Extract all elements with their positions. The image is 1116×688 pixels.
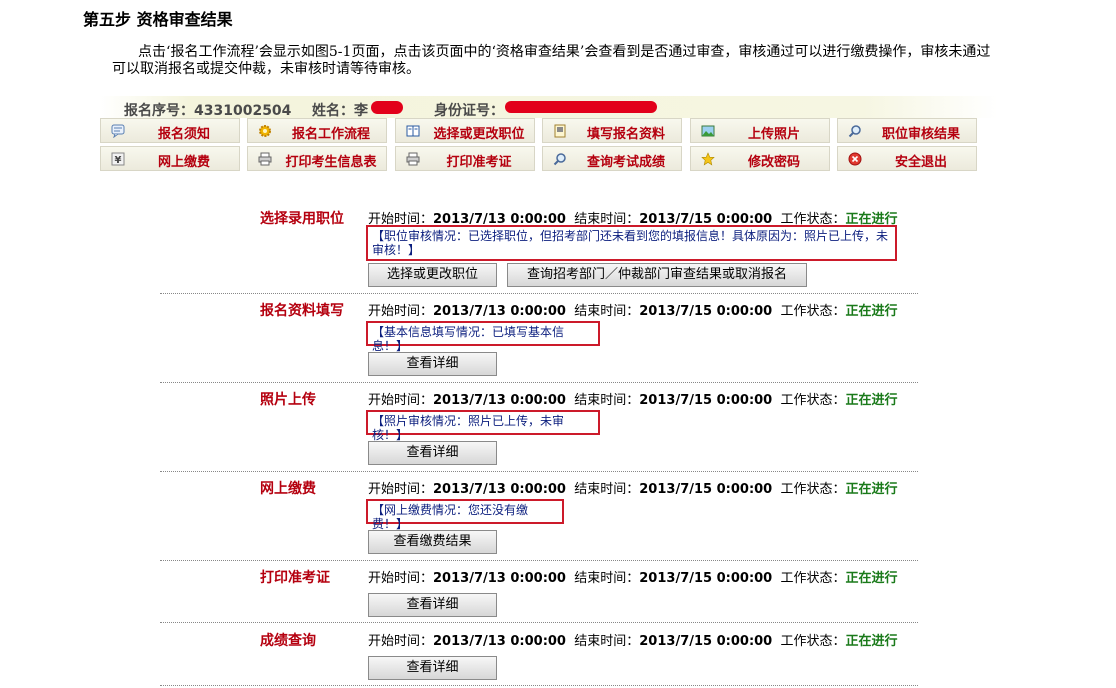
step-title: 第五步 资格审查结果 [83, 10, 233, 29]
view-details-button[interactable]: 查看详细 [368, 352, 497, 376]
view-details-button[interactable]: 查看详细 [368, 656, 497, 680]
printer-icon [258, 152, 272, 166]
section-photo-upload: 照片上传 开始时间：2013/7/13 0:00:00 结束时间：2013/7/… [160, 387, 918, 472]
name-redaction [371, 101, 403, 114]
photo-review-notice: 【照片审核情况：照片已上传，未审核！】 [366, 410, 600, 442]
magnifier-icon [553, 152, 567, 166]
divider [160, 685, 918, 686]
id-number-redaction [505, 101, 657, 113]
nav-item-print-admission-ticket[interactable]: 打印准考证 [395, 146, 535, 171]
nav-item-registration-notice[interactable]: 报名须知 [100, 118, 240, 143]
exit-icon [848, 152, 862, 166]
position-review-notice: 【职位审核情况：已选择职位，但招考部门还未看到您的填报信息！具体原因为：照片已上… [366, 225, 897, 261]
form-icon [553, 124, 567, 138]
svg-text:¥: ¥ [115, 155, 122, 166]
section-title: 选择录用职位 [260, 211, 344, 227]
divider [160, 471, 918, 472]
payment-notice: 【网上缴费情况：您还没有缴费！】 [366, 499, 564, 531]
printer-icon [406, 152, 420, 166]
nav-item-online-payment[interactable]: ¥ 网上缴费 [100, 146, 240, 171]
divider [160, 382, 918, 383]
section-title: 成绩查询 [260, 633, 316, 649]
status-value: 正在进行 [845, 393, 898, 408]
divider [160, 293, 918, 294]
time-status-line: 开始时间：2013/7/13 0:00:00 结束时间：2013/7/15 0:… [368, 634, 898, 649]
nav-item-query-scores[interactable]: 查询考试成绩 [542, 146, 682, 171]
section-fill-info: 报名资料填写 开始时间：2013/7/13 0:00:00 结束时间：2013/… [160, 298, 918, 383]
nav-item-logout[interactable]: 安全退出 [837, 146, 977, 171]
nav-item-workflow[interactable]: 报名工作流程 [247, 118, 387, 143]
gear-icon [258, 124, 272, 138]
magnifier-icon [848, 124, 862, 138]
section-select-position: 选择录用职位 开始时间：2013/7/13 0:00:00 结束时间：2013/… [160, 206, 918, 294]
section-online-payment: 网上缴费 开始时间：2013/7/13 0:00:00 结束时间：2013/7/… [160, 476, 918, 561]
status-value: 正在进行 [845, 482, 898, 497]
status-value: 正在进行 [845, 571, 898, 586]
nav-item-select-position[interactable]: 选择或更改职位 [395, 118, 535, 143]
section-title: 网上缴费 [260, 481, 316, 497]
book-icon [406, 124, 420, 138]
select-or-change-position-button[interactable]: 选择或更改职位 [368, 263, 497, 287]
time-status-line: 开始时间：2013/7/13 0:00:00 结束时间：2013/7/15 0:… [368, 571, 898, 586]
time-status-line: 开始时间：2013/7/13 0:00:00 结束时间：2013/7/15 0:… [368, 393, 898, 408]
time-status-line: 开始时间：2013/7/13 0:00:00 结束时间：2013/7/15 0:… [368, 482, 898, 497]
status-value: 正在进行 [845, 634, 898, 649]
nav-item-upload-photo[interactable]: 上传照片 [690, 118, 830, 143]
star-icon [701, 152, 715, 166]
divider [160, 560, 918, 561]
section-title: 报名资料填写 [260, 303, 344, 319]
status-value: 正在进行 [845, 304, 898, 319]
section-print-admission: 打印准考证 开始时间：2013/7/13 0:00:00 结束时间：2013/7… [160, 565, 918, 623]
nav-item-position-review-result[interactable]: 职位审核结果 [837, 118, 977, 143]
yen-icon: ¥ [111, 152, 125, 166]
view-details-button[interactable]: 查看详细 [368, 441, 497, 465]
speech-bubble-icon [111, 124, 125, 139]
applicant-name: 姓名：李 [312, 103, 368, 119]
time-status-line: 开始时间：2013/7/13 0:00:00 结束时间：2013/7/15 0:… [368, 304, 898, 319]
serial-number: 报名序号：4331002504 [124, 103, 292, 119]
section-title: 照片上传 [260, 392, 316, 408]
image-icon [701, 124, 715, 138]
section-title: 打印准考证 [260, 570, 330, 586]
basic-info-notice: 【基本信息填写情况：已填写基本信息！】 [366, 321, 600, 353]
view-payment-result-button[interactable]: 查看缴费结果 [368, 530, 497, 554]
view-details-button[interactable]: 查看详细 [368, 593, 497, 617]
nav-item-fill-info[interactable]: 填写报名资料 [542, 118, 682, 143]
query-review-result-or-cancel-button[interactable]: 查询招考部门／仲裁部门审查结果或取消报名 [507, 263, 807, 287]
nav-item-print-info-form[interactable]: 打印考生信息表 [247, 146, 387, 171]
section-score-query: 成绩查询 开始时间：2013/7/13 0:00:00 结束时间：2013/7/… [160, 628, 918, 686]
intro-paragraph: 点击‘报名工作流程’会显示如图5-1页面，点击该页面中的‘资格审查结果’会查看到… [112, 44, 991, 77]
nav-item-change-password[interactable]: 修改密码 [690, 146, 830, 171]
id-number-label: 身份证号： [434, 103, 504, 119]
divider [160, 622, 918, 623]
